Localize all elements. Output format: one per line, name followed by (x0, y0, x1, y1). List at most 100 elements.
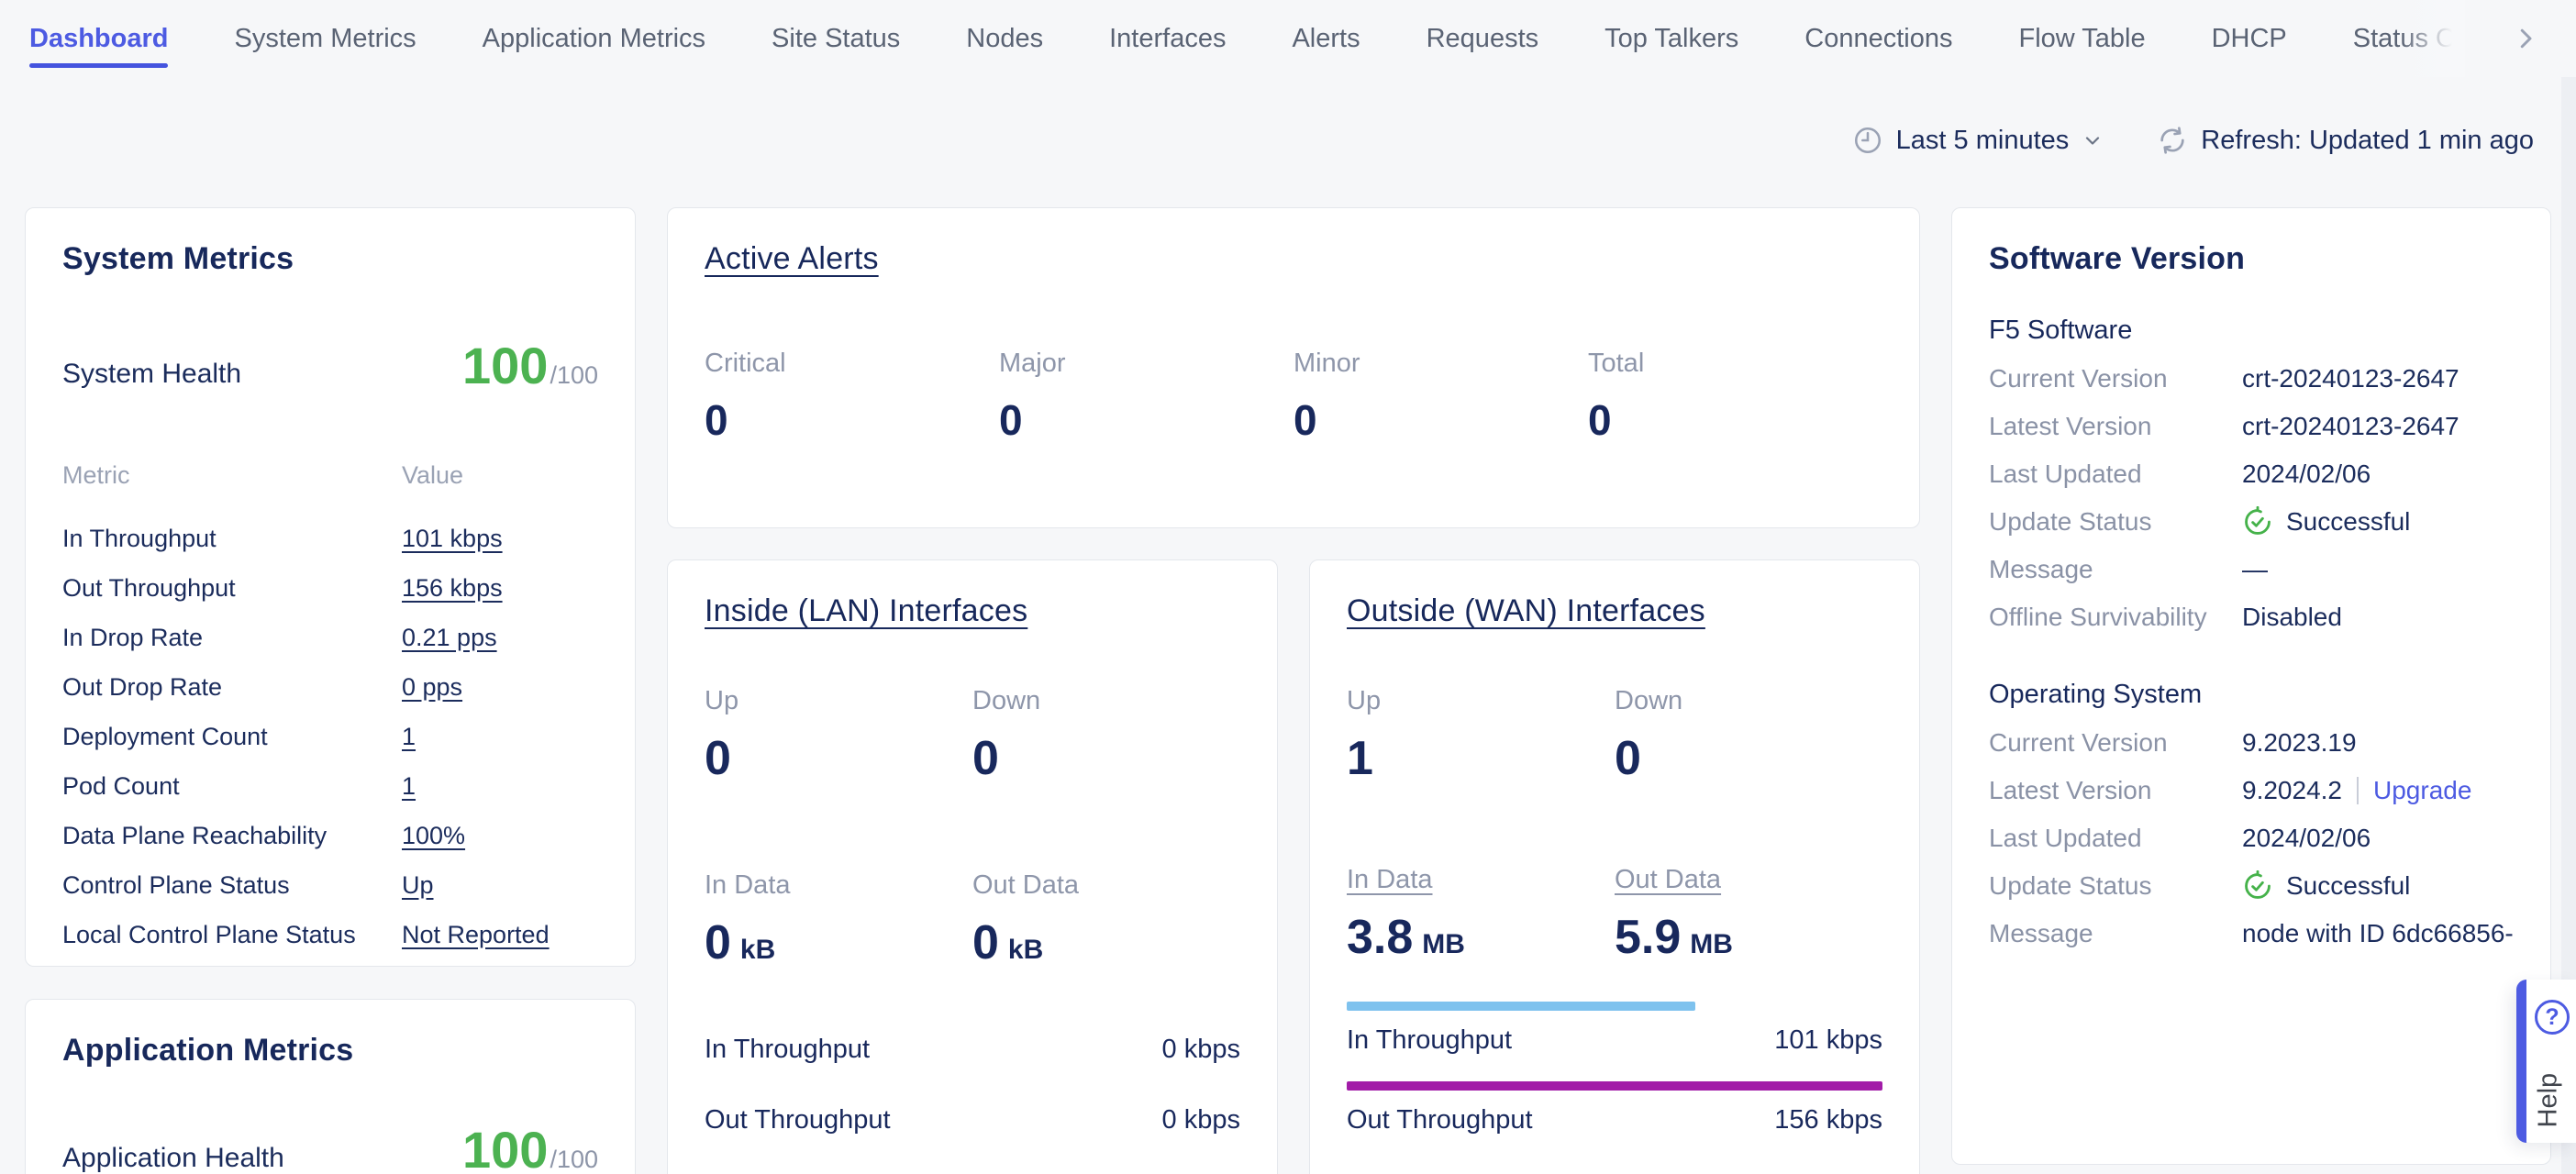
lan-in-throughput-row: In Throughput0 kbps (705, 1035, 1240, 1065)
wan-throughput: In Throughput101 kbps Out Throughput156 … (1347, 1002, 1882, 1135)
lan-out-throughput-row: Out Throughput0 kbps (705, 1105, 1240, 1135)
chevron-right-icon (2512, 25, 2539, 52)
table-row: In Drop Rate0.21 pps (62, 613, 598, 662)
col-value: Value (402, 461, 598, 490)
tab-dashboard[interactable]: Dashboard (29, 0, 168, 77)
lan-in-data: In Data 0kB (705, 870, 972, 970)
application-health-row: Application Health 100/100 (62, 1120, 598, 1174)
page-toolbar: Last 5 minutes Refresh: Updated 1 min ag… (1852, 114, 2534, 167)
sv-row: Latest Versioncrt-20240123-2647 (1989, 403, 2514, 450)
sv-row: Current Version9.2023.19 (1989, 719, 2514, 767)
tab-flow-table[interactable]: Flow Table (2019, 0, 2146, 77)
table-row: Data Plane Reachability100% (62, 811, 598, 860)
metric-value-link[interactable]: 101 kbps (402, 525, 598, 553)
question-mark-icon: ? (2535, 1000, 2570, 1035)
system-metrics-card: System Metrics System Health 100/100 Met… (25, 207, 636, 967)
metric-value-link[interactable]: 0 pps (402, 673, 598, 702)
table-row: Out Drop Rate0 pps (62, 662, 598, 712)
wan-down: Down 0 (1615, 686, 1882, 786)
lan-data: In Data 0kB Out Data 0kB (705, 870, 1240, 970)
metric-value-link[interactable]: 100% (402, 822, 598, 850)
system-health-row: System Health 100/100 (62, 336, 598, 395)
refresh-label: Refresh: Updated 1 min ago (2201, 126, 2534, 156)
system-metrics-title: System Metrics (62, 241, 598, 277)
tab-application-metrics[interactable]: Application Metrics (483, 0, 705, 77)
tab-status-objects[interactable]: Status Ob (2353, 0, 2465, 77)
lan-interfaces-card: Inside (LAN) Interfaces Up 0 Down 0 In D… (667, 559, 1278, 1174)
alert-stat-minor: Minor 0 (1294, 349, 1588, 445)
sv-row: Current Versioncrt-20240123-2647 (1989, 355, 2514, 403)
tab-site-status[interactable]: Site Status (772, 0, 900, 77)
wan-interfaces-title-link[interactable]: Outside (WAN) Interfaces (1347, 593, 1882, 629)
table-row: Local Control Plane StatusNot Reported (62, 910, 598, 959)
wan-out-throughput-row: Out Throughput156 kbps (1347, 1105, 1882, 1135)
divider (2357, 777, 2359, 804)
table-row: Control Plane StatusUp (62, 860, 598, 910)
wan-out-data-link[interactable]: Out Data (1615, 865, 1882, 895)
wan-in-data: In Data 3.8MB (1347, 865, 1615, 965)
metric-value-link[interactable]: 0.21 pps (402, 624, 598, 652)
lan-throughput: In Throughput0 kbps Out Throughput0 kbps (705, 1035, 1240, 1135)
sv-row-latest-version: Latest Version 9.2024.2 Upgrade (1989, 767, 2514, 814)
lan-interfaces-title-link[interactable]: Inside (LAN) Interfaces (705, 593, 1240, 629)
refresh-icon (2157, 125, 2188, 156)
wan-updown: Up 1 Down 0 (1347, 686, 1882, 786)
alert-stat-major: Major 0 (999, 349, 1294, 445)
lan-up: Up 0 (705, 686, 972, 786)
refresh-control[interactable]: Refresh: Updated 1 min ago (2157, 125, 2534, 156)
chevron-down-icon (2082, 129, 2104, 151)
metric-value-link[interactable]: Up (402, 871, 598, 900)
time-range-selector[interactable]: Last 5 minutes (1852, 125, 2104, 156)
help-label: Help (2534, 1079, 2564, 1128)
metric-value-link[interactable]: Not Reported (402, 921, 598, 949)
upgrade-link[interactable]: Upgrade (2373, 776, 2471, 805)
tab-alerts[interactable]: Alerts (1292, 0, 1360, 77)
application-metrics-title: Application Metrics (62, 1033, 598, 1069)
alert-stats: Critical 0 Major 0 Minor 0 Total 0 (705, 349, 1882, 445)
col-metric: Metric (62, 461, 402, 490)
system-metrics-table: Metric Value In Throughput101 kbps Out T… (62, 461, 598, 959)
sv-row: Last Updated2024/02/06 (1989, 814, 2514, 862)
tab-nodes[interactable]: Nodes (966, 0, 1043, 77)
system-health-value: 100/100 (462, 336, 598, 395)
tab-system-metrics[interactable]: System Metrics (234, 0, 416, 77)
success-icon (2242, 506, 2273, 537)
sv-row-update-status: Update Status Successful (1989, 498, 2514, 546)
nav-overflow-button[interactable] (2505, 18, 2546, 59)
table-row: Deployment Count1 (62, 712, 598, 761)
software-version-card: Software Version F5 Software Current Ver… (1951, 207, 2551, 1165)
active-alerts-card: Active Alerts Critical 0 Major 0 Minor 0… (667, 207, 1920, 528)
active-alerts-title-link[interactable]: Active Alerts (705, 241, 1882, 277)
wan-up: Up 1 (1347, 686, 1615, 786)
metric-value-link[interactable]: 1 (402, 723, 598, 751)
wan-out-data: Out Data 5.9MB (1615, 865, 1882, 965)
metric-value-link[interactable]: 156 kbps (402, 574, 598, 603)
tab-requests[interactable]: Requests (1427, 0, 1539, 77)
tab-connections[interactable]: Connections (1804, 0, 1952, 77)
software-version-title: Software Version (1989, 241, 2514, 277)
alert-stat-total: Total 0 (1588, 349, 1882, 445)
help-tab[interactable]: ? Help (2516, 980, 2576, 1143)
tab-dhcp[interactable]: DHCP (2212, 0, 2287, 77)
table-row: Pod Count1 (62, 761, 598, 811)
alert-stat-critical: Critical 0 (705, 349, 999, 445)
wan-out-throughput-bar (1347, 1081, 1882, 1091)
sv-row-message: Messagenode with ID 6dc66856-1... (1989, 910, 2514, 958)
lan-out-data: Out Data 0kB (972, 870, 1240, 970)
system-health-label: System Health (62, 359, 241, 395)
tab-top-talkers[interactable]: Top Talkers (1604, 0, 1738, 77)
f5-software-rows: Current Versioncrt-20240123-2647 Latest … (1989, 355, 2514, 641)
tab-interfaces[interactable]: Interfaces (1109, 0, 1226, 77)
table-row: In Throughput101 kbps (62, 514, 598, 563)
application-metrics-card: Application Metrics Application Health 1… (25, 999, 636, 1174)
metric-value-link[interactable]: 1 (402, 772, 598, 801)
wan-in-data-link[interactable]: In Data (1347, 865, 1615, 895)
operating-system-rows: Current Version9.2023.19 Latest Version … (1989, 719, 2514, 958)
sv-row: Last Updated2024/02/06 (1989, 450, 2514, 498)
wan-data: In Data 3.8MB Out Data 5.9MB (1347, 865, 1882, 965)
wan-in-throughput-row: In Throughput101 kbps (1347, 1025, 1882, 1056)
f5-software-heading: F5 Software (1989, 316, 2514, 346)
help-tab-accent (2516, 980, 2526, 1143)
application-health-value: 100/100 (462, 1120, 598, 1174)
clock-icon (1852, 125, 1883, 156)
